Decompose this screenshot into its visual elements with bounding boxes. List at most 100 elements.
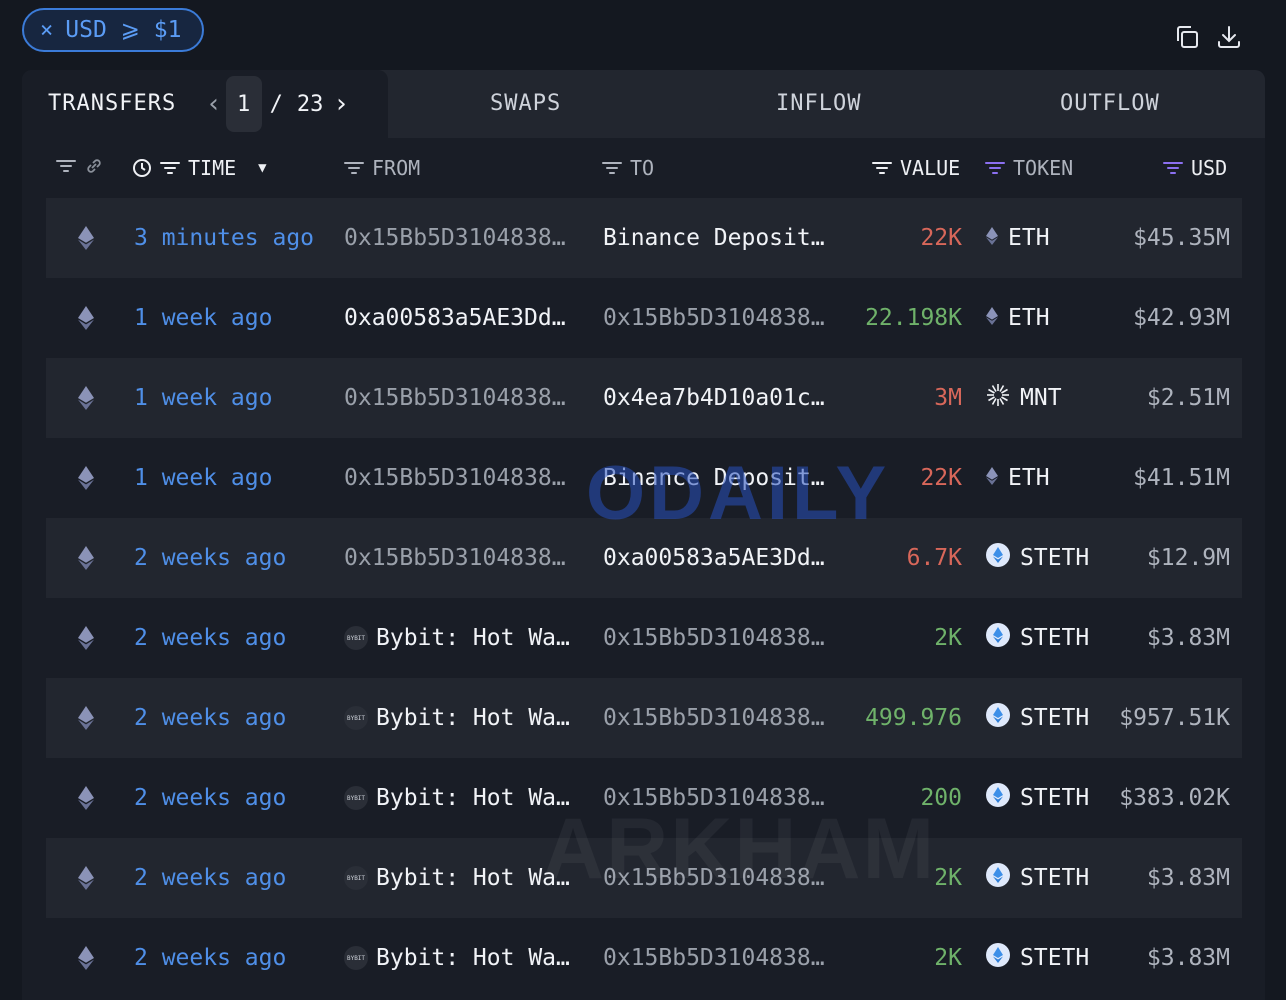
row-token[interactable]: ETH	[986, 438, 1050, 518]
filter-icon[interactable]	[56, 159, 76, 173]
row-usd: $383.02K	[1086, 758, 1230, 838]
row-to[interactable]: 0x15Bb5D3104838…	[603, 598, 839, 678]
row-from[interactable]: 0x15Bb5D3104838…	[344, 518, 580, 598]
token-column-header[interactable]: TOKEN	[985, 156, 1073, 180]
row-time-text: 2 weeks ago	[134, 545, 287, 571]
row-from[interactable]: 0x15Bb5D3104838…	[344, 358, 580, 438]
ethereum-chain-icon	[76, 278, 96, 358]
row-from[interactable]: BYBIT Bybit: Hot Wa…	[344, 838, 580, 918]
filter-icon[interactable]	[985, 161, 1005, 175]
row-to[interactable]: 0x15Bb5D3104838…	[603, 678, 839, 758]
chevron-left-icon[interactable]: ‹	[206, 89, 222, 119]
tab-swaps[interactable]: SWAPS	[490, 91, 561, 116]
row-token-text: STETH	[1020, 625, 1090, 651]
row-value-text: 2K	[934, 625, 962, 651]
row-token[interactable]: ETH	[986, 198, 1050, 278]
filter-icon[interactable]	[602, 161, 622, 175]
table-row[interactable]: 2 weeks ago BYBIT Bybit: Hot Wa… 0x15Bb5D31…	[46, 678, 1242, 758]
filter-icon[interactable]	[160, 161, 180, 175]
row-from[interactable]: 0x15Bb5D3104838…	[344, 198, 580, 278]
row-from[interactable]: BYBIT Bybit: Hot Wa…	[344, 758, 580, 838]
row-value: 200	[826, 758, 962, 838]
filter-icon[interactable]	[344, 161, 364, 175]
row-usd: $2.51M	[1086, 358, 1230, 438]
row-from-text: Bybit: Hot Wa…	[376, 785, 570, 811]
table-row[interactable]: 2 weeks ago BYBIT Bybit: Hot Wa… 0x15Bb5D31…	[46, 918, 1242, 998]
table-row[interactable]: 2 weeks ago BYBIT Bybit: Hot Wa… 0x15Bb5D31…	[46, 758, 1242, 838]
row-from[interactable]: BYBIT Bybit: Hot Wa…	[344, 918, 580, 998]
row-usd-text: $45.35M	[1133, 225, 1230, 251]
row-to[interactable]: Binance Deposit…	[603, 198, 839, 278]
bybit-logo-icon: BYBIT	[344, 866, 368, 890]
usd-column-header[interactable]: USD	[1163, 156, 1227, 180]
row-from-text: Bybit: Hot Wa…	[376, 625, 570, 651]
time-header-label: TIME	[188, 156, 237, 180]
ethereum-chain-icon	[76, 438, 96, 518]
row-from[interactable]: 0x15Bb5D3104838…	[344, 438, 580, 518]
row-time[interactable]: 2 weeks ago	[134, 838, 286, 918]
row-token-text: MNT	[1020, 385, 1062, 411]
value-column-header[interactable]: VALUE	[872, 156, 960, 180]
page-current[interactable]: 1	[225, 76, 262, 132]
row-from[interactable]: BYBIT Bybit: Hot Wa…	[344, 678, 580, 758]
row-time-text: 2 weeks ago	[134, 625, 287, 651]
row-value: 3M	[826, 358, 962, 438]
row-token[interactable]: STETH	[986, 678, 1089, 758]
table-row[interactable]: 1 week ago 0x15Bb5D3104838… Binance Deposi…	[46, 438, 1242, 518]
row-from[interactable]: 0xa00583a5AE3Dd…	[344, 278, 580, 358]
tab-outflow[interactable]: OUTFLOW	[1060, 91, 1160, 116]
row-time[interactable]: 2 weeks ago	[134, 518, 286, 598]
tab-transfers-label: TRANSFERS	[48, 91, 177, 116]
row-time[interactable]: 2 weeks ago	[134, 758, 286, 838]
row-time[interactable]: 2 weeks ago	[134, 598, 286, 678]
copy-icon[interactable]	[1174, 24, 1200, 54]
chain-filter[interactable]	[56, 156, 104, 176]
ethereum-chain-icon	[76, 358, 96, 438]
row-to[interactable]: 0x15Bb5D3104838…	[603, 278, 839, 358]
row-value-text: 22.198K	[865, 305, 962, 331]
row-time[interactable]: 2 weeks ago	[134, 918, 286, 998]
chevron-right-icon[interactable]: ›	[333, 89, 349, 119]
tab-inflow[interactable]: INFLOW	[776, 91, 861, 116]
caret-down-icon[interactable]: ▼	[258, 160, 266, 176]
table-row[interactable]: 1 week ago 0xa00583a5AE3Dd… 0x15Bb5D310483…	[46, 278, 1242, 358]
row-time[interactable]: 1 week ago	[134, 358, 272, 438]
row-usd-text: $3.83M	[1146, 865, 1230, 891]
row-time[interactable]: 2 weeks ago	[134, 678, 286, 758]
row-to[interactable]: 0x15Bb5D3104838…	[603, 918, 839, 998]
row-token[interactable]: STETH	[986, 518, 1089, 598]
to-column-header[interactable]: TO	[602, 156, 654, 180]
row-to[interactable]: 0x4ea7b4D10a01c…	[603, 358, 839, 438]
row-time-text: 2 weeks ago	[134, 705, 287, 731]
row-token[interactable]: STETH	[986, 918, 1089, 998]
row-time[interactable]: 1 week ago	[134, 438, 272, 518]
bybit-logo-icon: BYBIT	[344, 626, 368, 650]
row-token[interactable]: STETH	[986, 758, 1089, 838]
row-token[interactable]: STETH	[986, 598, 1089, 678]
row-value-text: 2K	[934, 865, 962, 891]
row-to[interactable]: 0x15Bb5D3104838…	[603, 758, 839, 838]
filter-icon[interactable]	[1163, 161, 1183, 175]
row-from[interactable]: BYBIT Bybit: Hot Wa…	[344, 598, 580, 678]
row-time-text: 1 week ago	[134, 385, 273, 411]
row-to[interactable]: 0x15Bb5D3104838…	[603, 838, 839, 918]
row-token[interactable]: STETH	[986, 838, 1089, 918]
tab-transfers[interactable]: TRANSFERS ‹ 1 / 23 ›	[22, 70, 388, 138]
table-row[interactable]: 2 weeks ago BYBIT Bybit: Hot Wa… 0x15Bb5D31…	[46, 838, 1242, 918]
row-token[interactable]: MNT	[986, 358, 1062, 438]
download-icon[interactable]	[1216, 24, 1242, 54]
row-time[interactable]: 3 minutes ago	[134, 198, 314, 278]
row-to[interactable]: Binance Deposit…	[603, 438, 839, 518]
table-row[interactable]: 2 weeks ago 0x15Bb5D3104838… 0xa00583a5AE3…	[46, 518, 1242, 598]
row-to[interactable]: 0xa00583a5AE3Dd…	[603, 518, 839, 598]
row-time[interactable]: 1 week ago	[134, 278, 272, 358]
table-row[interactable]: 3 minutes ago 0x15Bb5D3104838… Binance Dep…	[46, 198, 1242, 278]
usd-filter-chip[interactable]: × USD ⩾ $1	[22, 8, 204, 52]
close-icon[interactable]: ×	[40, 18, 53, 43]
time-column-header[interactable]: TIME ▼	[132, 156, 267, 180]
filter-icon[interactable]	[872, 161, 892, 175]
table-row[interactable]: 2 weeks ago BYBIT Bybit: Hot Wa… 0x15Bb5D31…	[46, 598, 1242, 678]
row-token[interactable]: ETH	[986, 278, 1050, 358]
from-column-header[interactable]: FROM	[344, 156, 420, 180]
table-row[interactable]: 1 week ago 0x15Bb5D3104838… 0x4ea7b4D10a01…	[46, 358, 1242, 438]
